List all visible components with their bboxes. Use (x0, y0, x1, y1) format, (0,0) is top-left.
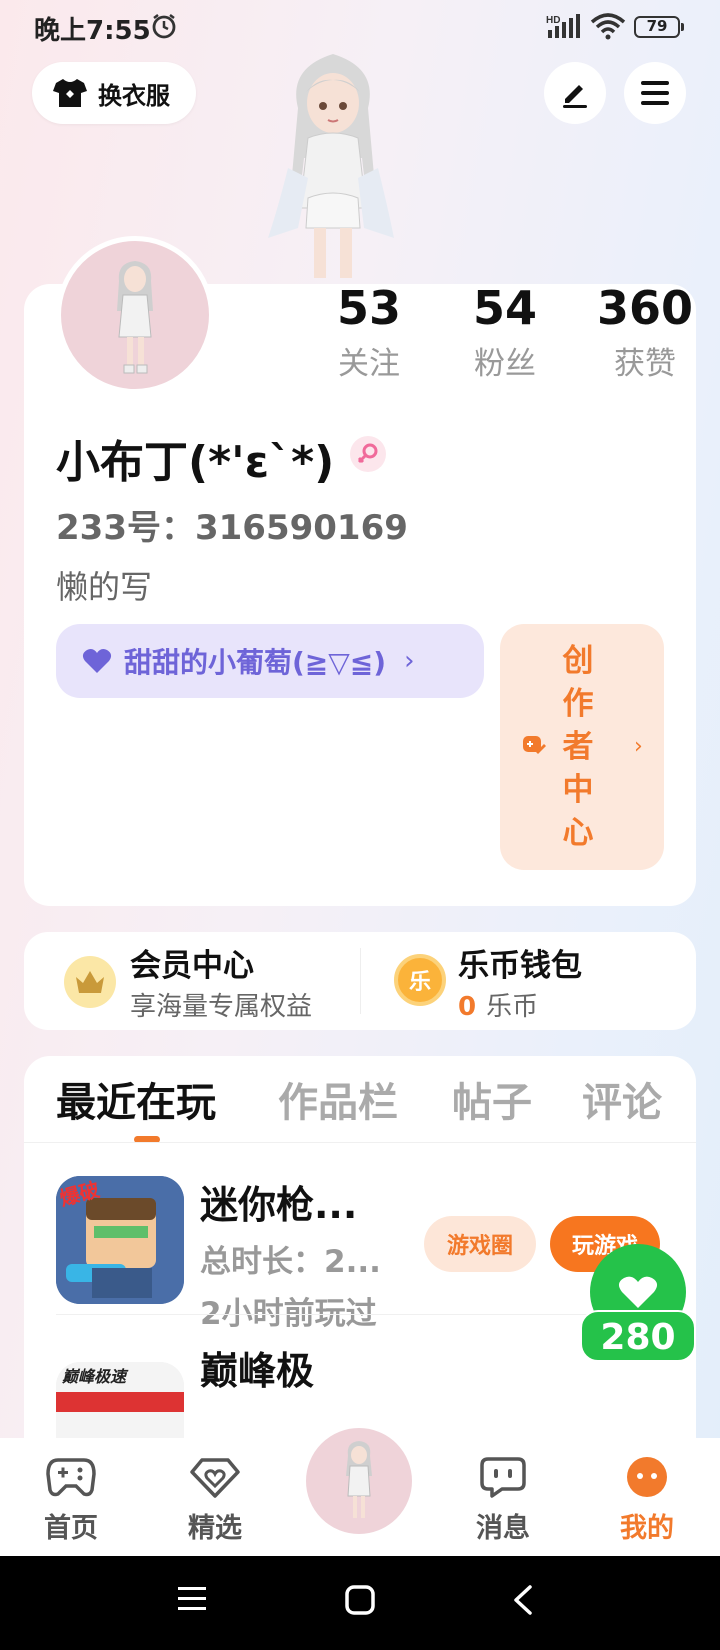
avatar-figure-large[interactable] (248, 48, 418, 284)
game-title: 巅峰极 (200, 1349, 315, 1393)
nav-messages[interactable]: 消息 (448, 1456, 558, 1545)
tab-recently-played[interactable]: 最近在玩 (56, 1070, 216, 1128)
edit-profile-button[interactable] (544, 62, 606, 124)
avatar-figure-small (117, 261, 153, 374)
heart-icon (82, 649, 112, 673)
game-title: 迷你枪... (200, 1183, 358, 1227)
nickname: 小布丁(*'ε`*) (56, 437, 335, 488)
game-last-played: 2小时前玩过 (200, 1296, 377, 1332)
chat-icon (480, 1457, 526, 1498)
nav-mine[interactable]: 我的 (592, 1456, 702, 1545)
member-center-button[interactable]: 会员中心 享海量专属权益 (24, 932, 360, 1030)
stat-following[interactable]: 53 关注 (304, 280, 434, 383)
battery-indicator: 79 (634, 16, 684, 38)
change-outfit-label: 换衣服 (98, 81, 170, 110)
female-icon (350, 436, 386, 472)
wifi-icon (590, 13, 626, 40)
group-label: 甜甜的小葡萄(≧▽≦) (124, 646, 387, 679)
status-time: 晚上7:55 (34, 16, 151, 46)
menu-button[interactable] (624, 62, 686, 124)
game-circle-button[interactable]: 游戏圈 (424, 1216, 536, 1272)
stat-followers-label: 粉丝 (474, 346, 536, 382)
game-duration: 总时长：2... (200, 1244, 381, 1280)
gamepad-icon (46, 1458, 96, 1497)
coin-icon: 乐 (394, 954, 446, 1006)
alarm-icon (152, 14, 176, 39)
stat-followers[interactable]: 54 粉丝 (440, 280, 570, 383)
creator-center-button[interactable]: 创作者中心 › (500, 624, 664, 870)
stat-likes-label: 获赞 (614, 346, 676, 382)
crown-icon (64, 956, 116, 1008)
bio: 懒的写 (56, 568, 153, 606)
tshirt-icon (53, 79, 87, 107)
divider (24, 1142, 696, 1143)
stat-likes-value: 360 (596, 281, 694, 335)
member-wallet-card: 会员中心 享海量专属权益 乐 乐币钱包 0 乐币 (24, 932, 696, 1030)
tab-comments[interactable]: 评论 (582, 1070, 662, 1128)
pencil-icon (563, 85, 587, 108)
coin-unit: 乐币 (486, 992, 539, 1022)
home-icon[interactable] (344, 1584, 376, 1616)
nav-featured-label: 精选 (188, 1513, 242, 1544)
creator-center-label: 创作者中心 (562, 643, 594, 851)
status-bar: 晚上7:55 HD 79 (0, 0, 720, 52)
hamburger-icon (641, 81, 669, 105)
nav-featured[interactable]: 精选 (160, 1456, 270, 1545)
stat-likes[interactable]: 360 获赞 (580, 280, 710, 383)
heart-diamond-icon (190, 1458, 240, 1498)
wallet-button[interactable]: 乐 乐币钱包 0 乐币 (360, 932, 696, 1030)
chevron-right-icon: › (404, 646, 415, 676)
avatar-figure-nav (346, 1441, 372, 1518)
divider (56, 1314, 664, 1315)
wallet-title: 乐币钱包 (458, 948, 582, 984)
back-icon[interactable] (510, 1584, 536, 1616)
creator-chevron-icon: › (634, 734, 643, 759)
nav-messages-label: 消息 (476, 1513, 530, 1544)
stat-followers-value: 54 (472, 281, 537, 335)
signal-icon: HD (546, 14, 580, 38)
member-center-subtitle: 享海量专属权益 (130, 992, 313, 1022)
group-pill[interactable]: 甜甜的小葡萄(≧▽≦) › (56, 624, 484, 698)
recent-apps-icon[interactable] (176, 1584, 208, 1614)
face-icon (627, 1457, 667, 1497)
nav-home[interactable]: 首页 (16, 1456, 126, 1545)
avatar[interactable] (56, 236, 214, 394)
gamepad-edit-icon (523, 736, 546, 754)
system-nav-bar (0, 1556, 720, 1650)
game-thumbnail[interactable]: 爆破 (56, 1176, 184, 1304)
nav-avatar[interactable] (302, 1424, 416, 1538)
nav-home-label: 首页 (44, 1513, 98, 1544)
like-count: 280 (580, 1310, 696, 1362)
floating-like-button[interactable]: 280 (580, 1244, 696, 1362)
tab-works[interactable]: 作品栏 (278, 1070, 398, 1128)
user-id: 233号：316590169 (56, 508, 408, 548)
nav-mine-label: 我的 (620, 1513, 674, 1544)
stat-following-label: 关注 (338, 346, 400, 382)
stat-following-value: 53 (336, 281, 401, 335)
change-outfit-button[interactable]: 换衣服 (32, 62, 196, 124)
member-center-title: 会员中心 (130, 948, 254, 984)
wallet-subtitle: 0 乐币 (458, 986, 538, 1023)
tab-posts[interactable]: 帖子 (452, 1070, 532, 1128)
coin-count: 0 (458, 992, 477, 1022)
svg-text:HD: HD (546, 15, 560, 26)
profile-stats: 53 关注 54 粉丝 360 获赞 (290, 280, 693, 390)
thumb-badge: 巅峰极速 (61, 1367, 129, 1386)
